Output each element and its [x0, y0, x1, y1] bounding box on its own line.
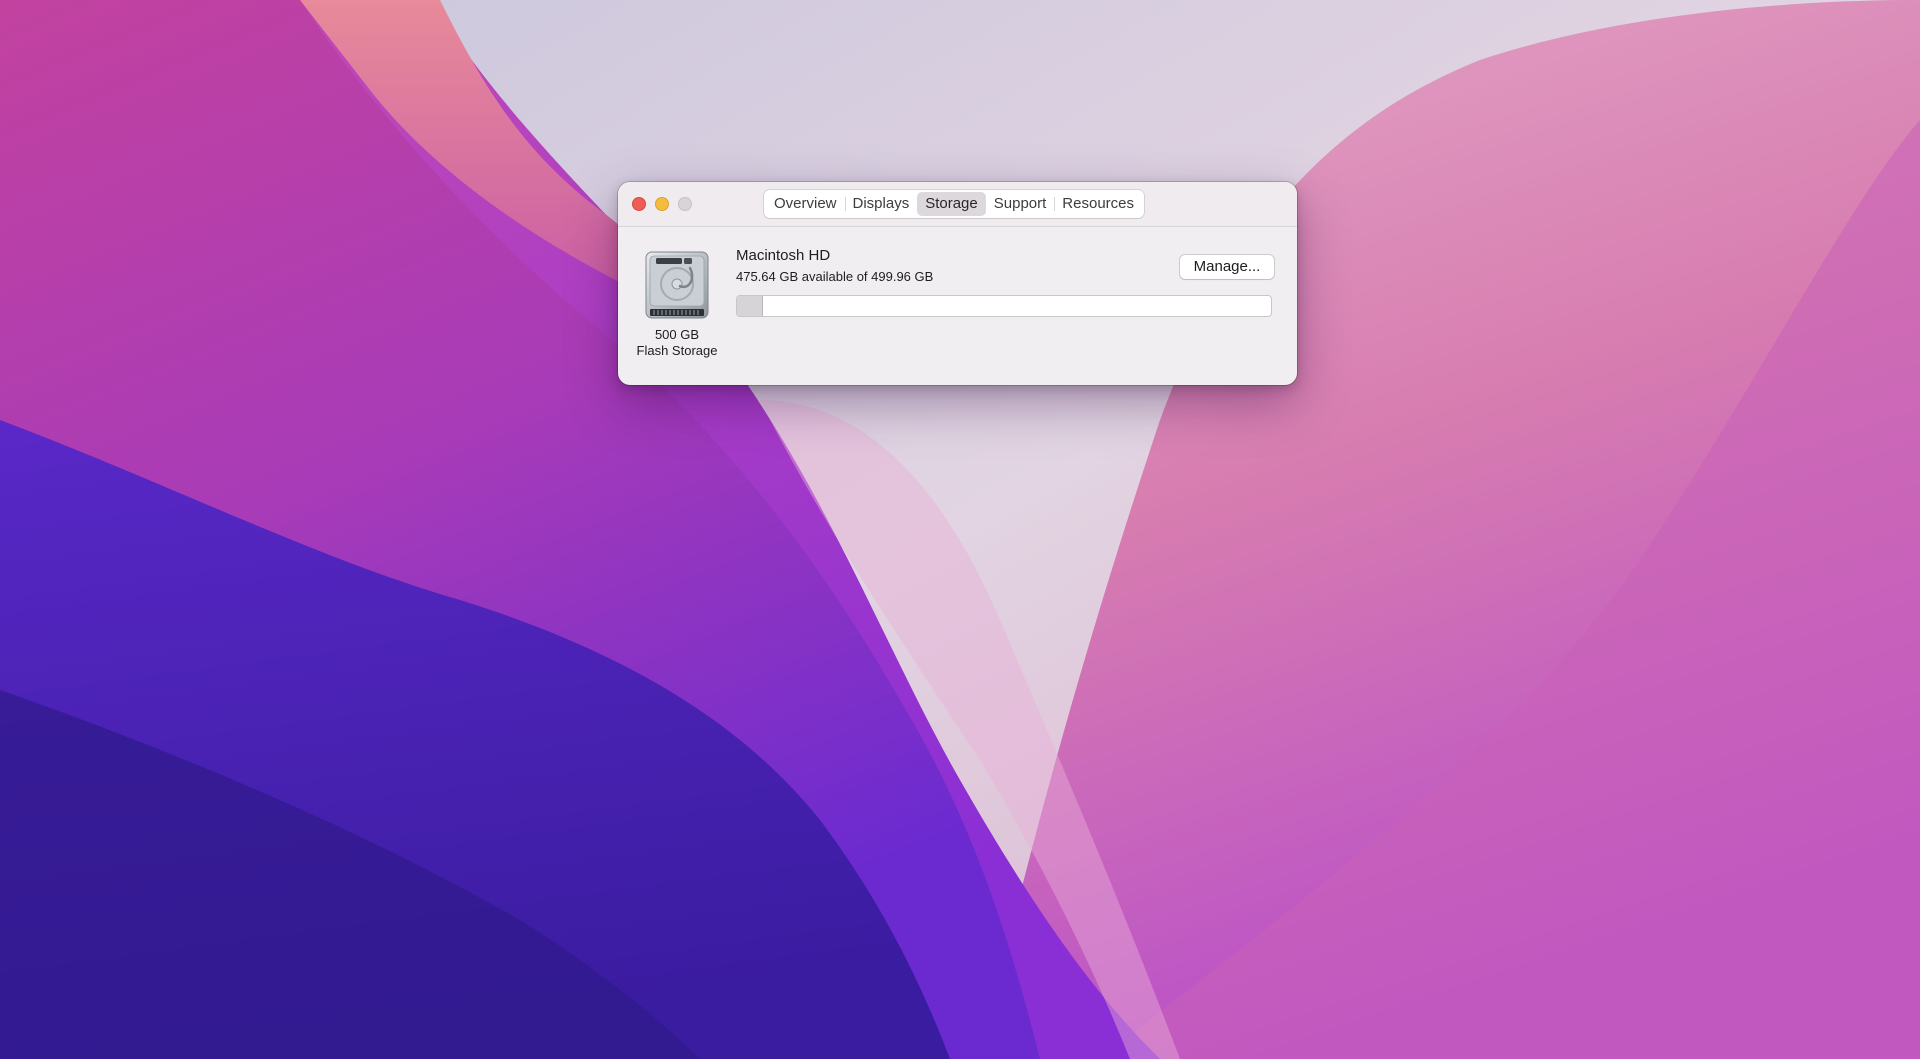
drive-caption: 500 GB Flash Storage [618, 327, 736, 359]
minimize-button[interactable] [655, 197, 669, 211]
storage-usage-bar [736, 295, 1272, 317]
hard-drive-icon [645, 251, 709, 319]
desktop-wallpaper: Overview Displays Storage Support Resour… [0, 0, 1920, 1059]
tab-resources[interactable]: Resources [1054, 192, 1142, 216]
about-this-mac-window: Overview Displays Storage Support Resour… [618, 182, 1297, 385]
manage-button[interactable]: Manage... [1180, 255, 1274, 279]
close-button[interactable] [632, 197, 646, 211]
storage-pane: 500 GB Flash Storage Macintosh HD 475.64… [618, 227, 1297, 385]
storage-usage-fill [737, 296, 763, 316]
title-bar: Overview Displays Storage Support Resour… [618, 182, 1297, 227]
wallpaper-art [0, 0, 1920, 1059]
zoom-button[interactable] [678, 197, 692, 211]
volume-name: Macintosh HD [736, 247, 831, 264]
drive-type: Flash Storage [636, 343, 718, 358]
drive-capacity: 500 GB [654, 327, 700, 342]
volume-availability: 475.64 GB available of 499.96 GB [736, 269, 934, 284]
tab-displays[interactable]: Displays [844, 192, 918, 216]
tab-bar: Overview Displays Storage Support Resour… [764, 190, 1144, 218]
tab-support[interactable]: Support [986, 192, 1055, 216]
tab-storage[interactable]: Storage [917, 192, 986, 216]
tab-overview[interactable]: Overview [766, 192, 845, 216]
